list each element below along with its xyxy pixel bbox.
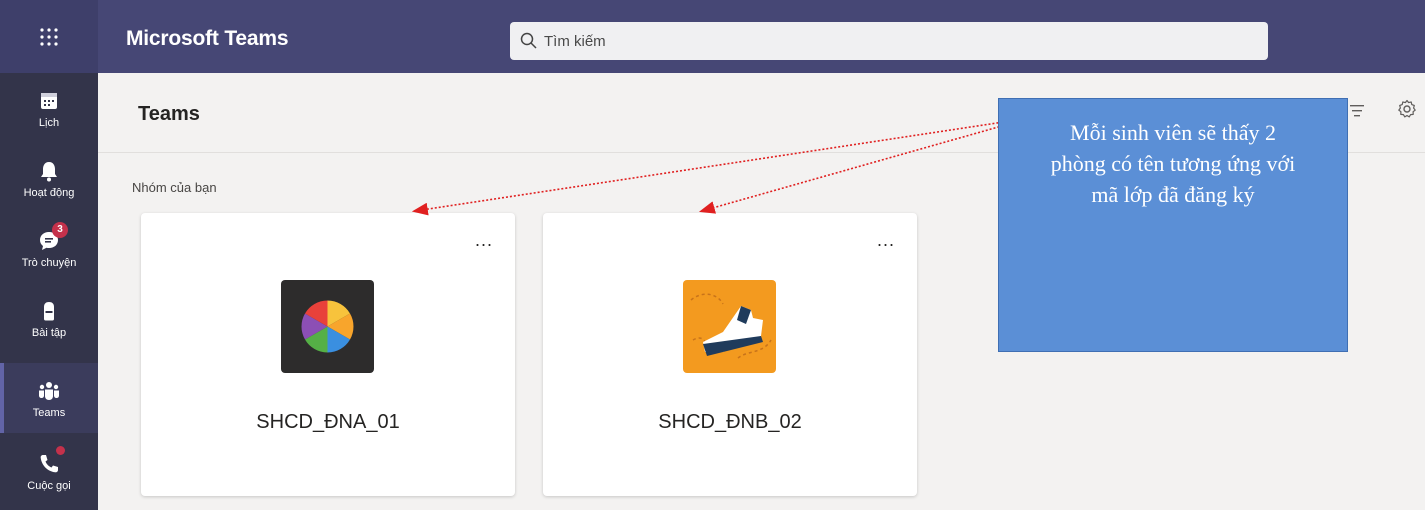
team-card[interactable]: ... SHCD_ĐNA_01 (141, 213, 515, 496)
page-title: Teams (138, 103, 200, 125)
rail-label-chat: Trò chuyện (21, 256, 77, 269)
rail-label-calendar: Lịch (38, 116, 60, 129)
rail-item-assignments[interactable]: Bài tập (0, 283, 98, 353)
more-options-button[interactable]: ... (475, 231, 493, 249)
rail-label-teams: Teams (32, 406, 66, 419)
search-icon (520, 32, 537, 49)
team-name: SHCD_ĐNA_01 (256, 411, 400, 433)
app-title: Microsoft Teams (126, 27, 289, 50)
top-bar: Microsoft Teams Tìm kiếm (0, 0, 1425, 73)
color-wheel-logo (281, 280, 374, 373)
rail-item-teams[interactable]: Teams (0, 363, 98, 433)
rail-label-calls: Cuộc gọi (27, 479, 71, 492)
annotation-callout: Mỗi sinh viên sẽ thấy 2 phòng có tên tươ… (998, 98, 1348, 352)
rail-label-assignments: Bài tập (31, 326, 67, 339)
unread-badge: 3 (52, 221, 68, 238)
sneaker-logo (683, 280, 776, 373)
team-name: SHCD_ĐNB_02 (658, 411, 802, 433)
search-input[interactable]: Tìm kiếm (510, 22, 1268, 60)
chat-icon-wrap: 3 (36, 221, 68, 254)
gear-icon[interactable] (1396, 98, 1418, 120)
app-rail: Lịch Hoạt động 3 Trò chuyện Bài tập Team… (0, 73, 98, 510)
rail-item-calls[interactable]: Cuộc gọi (0, 436, 98, 506)
section-label: Nhóm của bạn (132, 180, 217, 195)
filter-icon[interactable] (1350, 104, 1366, 118)
teams-icon (39, 381, 59, 400)
bell-icon (41, 161, 57, 181)
waffle-icon (40, 27, 58, 46)
rail-item-calendar[interactable]: Lịch (0, 73, 98, 143)
notification-dot (56, 445, 65, 455)
rail-item-chat[interactable]: 3 Trò chuyện (0, 213, 98, 283)
search-placeholder: Tìm kiếm (544, 32, 606, 50)
more-options-button[interactable]: ... (877, 231, 895, 249)
calendar-icon (41, 92, 57, 109)
backpack-icon (44, 301, 54, 320)
rail-label-activity: Hoạt động (23, 186, 75, 199)
rail-item-activity[interactable]: Hoạt động (0, 143, 98, 213)
callout-text: Mỗi sinh viên sẽ thấy 2 phòng có tên tươ… (1050, 120, 1296, 207)
team-card[interactable]: ... SHCD_ĐNB_02 (543, 213, 917, 496)
team-logo (683, 280, 776, 373)
team-logo (281, 280, 374, 373)
app-launcher-button[interactable] (0, 0, 98, 73)
phone-icon-wrap (36, 445, 65, 477)
